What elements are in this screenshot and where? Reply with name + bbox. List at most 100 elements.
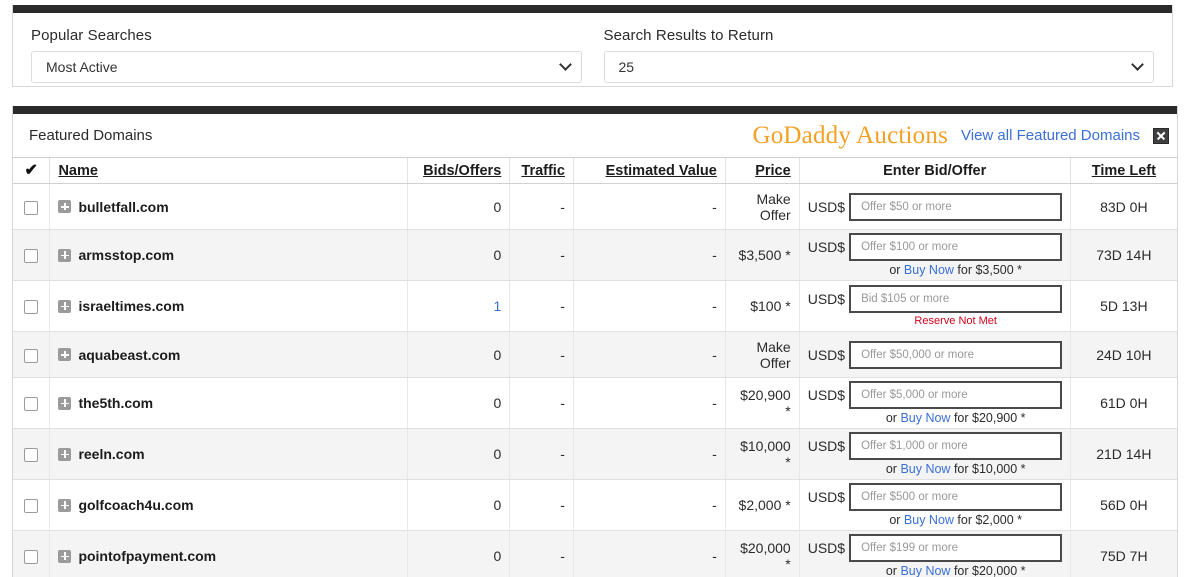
cell-enter-bid-offer: USD$ Offer $100 or more or Buy Now for $3,… — [798, 229, 1071, 281]
bid-offer-input[interactable]: Offer $199 or more — [849, 534, 1062, 562]
bid-offer-input[interactable]: Bid $105 or more — [849, 285, 1062, 313]
close-icon[interactable] — [1153, 127, 1169, 144]
expand-plus-icon[interactable] — [58, 200, 72, 213]
buy-now-line: or Buy Now for $20,900 * — [808, 411, 1062, 425]
cell-traffic: - — [509, 331, 574, 378]
domain-name-label[interactable]: armsstop.com — [78, 247, 174, 263]
results-to-return-select[interactable]: 25 — [603, 51, 1154, 83]
buy-now-link[interactable]: Buy Now — [900, 564, 950, 577]
cell-bids-offers-value[interactable]: 1 — [493, 298, 501, 314]
cell-row-checkbox[interactable] — [13, 530, 50, 577]
domain-name-label[interactable]: aquabeast.com — [78, 347, 180, 363]
bid-offer-input[interactable]: Offer $500 or more — [849, 483, 1062, 511]
bid-offer-placeholder: Offer $199 or more — [861, 542, 959, 554]
cell-bids-offers: 0 — [406, 530, 510, 577]
results-to-return-value: 25 — [618, 59, 635, 75]
panel-top-accent-bar — [13, 106, 1177, 114]
expand-plus-icon[interactable] — [58, 396, 72, 410]
currency-label: USD$ — [807, 540, 846, 556]
domain-name-label[interactable]: bulletfall.com — [78, 199, 168, 215]
cell-bids-offers: 0 — [406, 377, 510, 429]
buy-now-link[interactable]: Buy Now — [904, 513, 954, 527]
bid-offer-placeholder: Bid $105 or more — [861, 293, 950, 305]
cell-enter-bid-offer: USD$ Offer $50,000 or more — [798, 331, 1071, 378]
table-row: the5th.com 0- - $20,900 * USD$ Offer $5,000 o… — [13, 377, 1177, 429]
popular-searches-select[interactable]: Most Active — [31, 51, 582, 83]
cell-estimated-value: - — [572, 428, 726, 480]
row-checkbox[interactable] — [24, 550, 39, 565]
cell-traffic: - — [509, 377, 574, 429]
row-checkbox[interactable] — [24, 448, 39, 463]
buy-now-link[interactable]: Buy Now — [900, 462, 950, 476]
cell-price: $2,000 * — [724, 479, 800, 531]
checkmark-icon: ✔ — [24, 161, 38, 179]
cell-traffic: - — [509, 280, 574, 332]
domain-name-label[interactable]: pointofpayment.com — [78, 548, 216, 564]
cell-row-checkbox[interactable] — [13, 229, 50, 281]
buy-now-link[interactable]: Buy Now — [904, 263, 954, 277]
domain-name-label[interactable]: israeltimes.com — [78, 298, 184, 314]
cell-traffic: - — [509, 229, 574, 281]
cell-row-checkbox[interactable] — [13, 280, 50, 332]
cell-domain-name: the5th.com — [49, 377, 408, 429]
expand-plus-icon[interactable] — [58, 498, 72, 512]
column-header-estimated-value[interactable]: Estimated Value — [572, 157, 726, 184]
featured-domains-title: Featured Domains — [29, 127, 153, 144]
chevron-down-icon — [1131, 58, 1144, 71]
bid-offer-input[interactable]: Offer $5,000 or more — [849, 381, 1062, 409]
cell-price: $20,000 * — [724, 530, 800, 577]
row-checkbox[interactable] — [24, 499, 39, 514]
cell-bids-offers: 0 — [406, 183, 510, 230]
row-checkbox[interactable] — [24, 249, 39, 264]
cell-row-checkbox[interactable] — [13, 479, 50, 531]
table-row: golfcoach4u.com 0- - $2,000 * USD$ Offer $500… — [13, 479, 1177, 531]
cell-row-checkbox[interactable] — [13, 331, 50, 378]
cell-price: $20,900 * — [724, 377, 800, 429]
column-header-bids-offers[interactable]: Bids/Offers — [406, 157, 510, 184]
column-header-select-all[interactable]: ✔ — [13, 157, 50, 184]
bid-offer-input[interactable]: Offer $50,000 or more — [849, 340, 1062, 369]
buy-now-link[interactable]: Buy Now — [900, 411, 950, 425]
cell-price: $100 * — [724, 280, 800, 332]
column-header-time-left[interactable]: Time Left — [1069, 157, 1177, 184]
column-header-traffic[interactable]: Traffic — [509, 157, 574, 184]
bid-offer-placeholder: Offer $100 or more — [861, 241, 959, 253]
cell-time-left: 75D 7H — [1069, 530, 1177, 577]
expand-plus-icon[interactable] — [58, 348, 72, 361]
cell-bids-offers-value: 0 — [493, 548, 502, 564]
expand-plus-icon[interactable] — [58, 248, 72, 262]
row-checkbox[interactable] — [24, 200, 39, 215]
domain-name-label[interactable]: the5th.com — [78, 395, 153, 411]
cell-time-left: 83D 0H — [1069, 183, 1177, 230]
bid-offer-input[interactable]: Offer $50 or more — [849, 192, 1062, 221]
column-header-price[interactable]: Price — [724, 157, 800, 184]
cell-bids-offers-value: 0 — [493, 346, 502, 363]
cell-time-left: 5D 13H — [1069, 280, 1177, 332]
table-row: israeltimes.com 1- - $100 * USD$ Bid $105 or … — [13, 280, 1177, 332]
cell-row-checkbox[interactable] — [13, 377, 50, 429]
cell-row-checkbox[interactable] — [13, 428, 50, 480]
cell-domain-name: aquabeast.com — [49, 331, 408, 378]
cell-row-checkbox[interactable] — [13, 183, 50, 230]
row-checkbox[interactable] — [24, 397, 39, 412]
cell-time-left: 56D 0H — [1069, 479, 1177, 531]
expand-plus-icon[interactable] — [58, 299, 72, 313]
row-checkbox[interactable] — [24, 300, 39, 315]
bid-offer-input[interactable]: Offer $100 or more — [849, 233, 1062, 261]
row-checkbox[interactable] — [24, 348, 39, 363]
domain-name-label[interactable]: golfcoach4u.com — [78, 497, 193, 513]
domain-name-label[interactable]: reeln.com — [78, 446, 144, 462]
table-header-row: ✔ Name Bids/Offers Traffic Estimated Val… — [13, 157, 1177, 184]
bid-offer-input[interactable]: Offer $1,000 or more — [849, 432, 1062, 460]
column-header-name[interactable]: Name — [49, 157, 408, 184]
buy-now-prefix: or — [885, 411, 901, 425]
view-all-featured-domains-link[interactable]: View all Featured Domains — [961, 127, 1140, 144]
expand-plus-icon[interactable] — [58, 447, 72, 461]
table-row: armsstop.com 0- - $3,500 * USD$ Offer $100 or… — [13, 229, 1177, 281]
cell-enter-bid-offer: USD$ Offer $500 or more or Buy Now for $2,… — [798, 479, 1071, 531]
table-row: aquabeast.com 0- - Make Offer USD$ Offer $50,… — [13, 331, 1177, 378]
chevron-down-icon — [558, 58, 572, 71]
buy-now-prefix: or — [889, 513, 904, 527]
expand-plus-icon[interactable] — [58, 549, 72, 563]
cell-bids-offers-value: 0 — [493, 247, 502, 263]
